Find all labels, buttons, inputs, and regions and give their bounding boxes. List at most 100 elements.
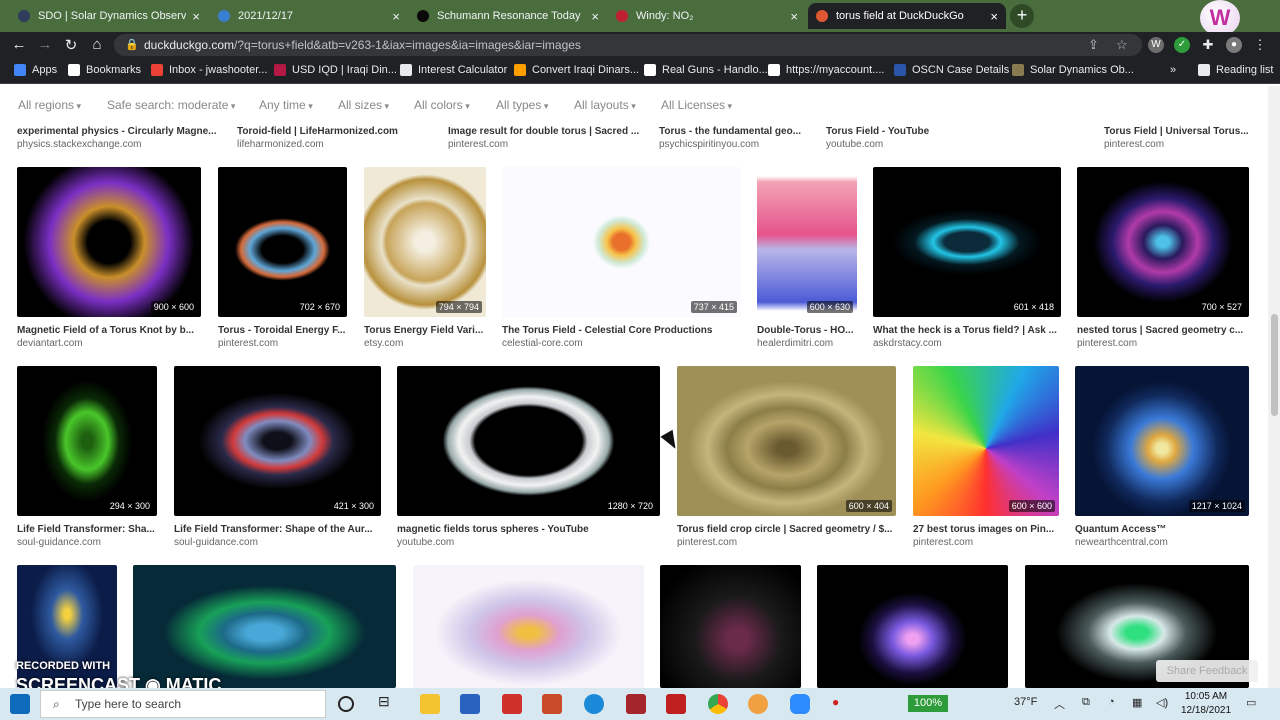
- tab-close-icon[interactable]: ×: [192, 9, 200, 24]
- account-avatar-icon[interactable]: ●: [1226, 37, 1242, 53]
- result-title[interactable]: Magnetic Field of a Torus Knot by b...: [17, 325, 201, 336]
- bookmark-item[interactable]: Interest Calculator: [400, 64, 507, 76]
- result-thumbnail[interactable]: 1217 × 1024: [1075, 366, 1249, 516]
- image-result[interactable]: 737 × 415 The Torus Field - Celestial Cor…: [502, 167, 741, 357]
- filter-dropdown[interactable]: All regions: [18, 98, 81, 112]
- result-thumbnail[interactable]: 1280 × 720: [397, 366, 660, 516]
- bookmark-item[interactable]: Real Guns - Handlo...: [644, 64, 768, 76]
- image-result[interactable]: [660, 565, 801, 688]
- result-title[interactable]: magnetic fields torus spheres - YouTube: [397, 524, 660, 535]
- image-result[interactable]: 294 × 300 Life Field Transformer: Sha... s…: [17, 366, 157, 556]
- image-result[interactable]: Image result for double torus | Sacred .…: [448, 124, 648, 164]
- profile-avatar[interactable]: W: [1200, 0, 1240, 36]
- filter-dropdown[interactable]: All sizes: [338, 98, 389, 112]
- bookmark-item[interactable]: Convert Iraqi Dinars...: [514, 64, 639, 76]
- result-title[interactable]: experimental physics - Circularly Magne.…: [17, 126, 222, 137]
- home-icon[interactable]: ⌂: [88, 36, 106, 53]
- image-result[interactable]: 600 × 404 Torus field crop circle | Sacre…: [677, 366, 896, 556]
- browser-tab[interactable]: 2021/12/17 ×: [210, 3, 408, 29]
- taskbar-clock[interactable]: 10:05 AM 12/18/2021: [1176, 690, 1236, 718]
- result-title[interactable]: What the heck is a Torus field? | Ask ..…: [873, 325, 1061, 336]
- result-source[interactable]: lifeharmonized.com: [237, 139, 437, 150]
- app-red-icon[interactable]: [502, 694, 522, 714]
- bookmark-item[interactable]: OSCN Case Details: [894, 64, 1009, 76]
- result-source[interactable]: pinterest.com: [448, 139, 648, 150]
- extension-check-icon[interactable]: ✓: [1174, 37, 1190, 53]
- wifi-icon[interactable]: ◔: [1108, 696, 1115, 708]
- bookmark-item[interactable]: Apps: [14, 64, 57, 76]
- battery-indicator[interactable]: 100%: [908, 695, 948, 712]
- new-tab-button[interactable]: +: [1010, 4, 1034, 28]
- result-thumbnail[interactable]: 700 × 527: [1077, 167, 1249, 317]
- result-title[interactable]: Toroid-field | LifeHarmonized.com: [237, 126, 437, 137]
- result-source[interactable]: psychicspiritinyou.com: [659, 139, 809, 150]
- scrollbar-thumb[interactable]: [1271, 314, 1278, 416]
- result-source[interactable]: soul-guidance.com: [17, 537, 157, 548]
- edge-icon[interactable]: [584, 694, 604, 714]
- filter-dropdown[interactable]: All colors: [414, 98, 470, 112]
- result-title[interactable]: nested torus | Sacred geometry c...: [1077, 325, 1249, 336]
- result-source[interactable]: etsy.com: [364, 338, 486, 349]
- extension-icon[interactable]: W: [1148, 37, 1164, 53]
- page-scrollbar[interactable]: [1268, 86, 1280, 688]
- result-thumbnail[interactable]: [413, 565, 644, 688]
- result-source[interactable]: physics.stackexchange.com: [17, 139, 222, 150]
- result-source[interactable]: pinterest.com: [218, 338, 347, 349]
- more-bookmarks-icon[interactable]: »: [1170, 64, 1176, 76]
- tab-close-icon[interactable]: ×: [392, 9, 400, 24]
- filter-dropdown[interactable]: Safe search: moderate: [107, 98, 235, 112]
- filter-dropdown[interactable]: All layouts: [574, 98, 636, 112]
- image-result[interactable]: Torus Field - YouTube youtube.com: [826, 124, 1026, 164]
- result-source[interactable]: pinterest.com: [677, 537, 896, 548]
- result-title[interactable]: Life Field Transformer: Shape of the Aur…: [174, 524, 381, 535]
- filter-dropdown[interactable]: All Licenses: [661, 98, 732, 112]
- filter-dropdown[interactable]: Any time: [259, 98, 313, 112]
- task-view-icon[interactable]: ⊟: [378, 693, 398, 713]
- image-result[interactable]: 1217 × 1024 Quantum Access™ newearthcentra…: [1075, 366, 1249, 556]
- windows-start-icon[interactable]: [10, 694, 30, 714]
- result-thumbnail[interactable]: 294 × 300: [17, 366, 157, 516]
- bookmark-item[interactable]: Inbox - jwashooter...: [151, 64, 267, 76]
- image-result[interactable]: 1280 × 720 magnetic fields torus spheres …: [397, 366, 660, 556]
- result-source[interactable]: youtube.com: [397, 537, 660, 548]
- address-bar[interactable]: 🔒 duckduckgo.com/?q=torus+field&atb=v263…: [114, 34, 1142, 56]
- image-result[interactable]: 600 × 630 Double-Torus - HO... healerdimit…: [757, 167, 857, 357]
- tray-chevron-icon[interactable]: ︿: [1054, 696, 1065, 712]
- bookmark-item[interactable]: https://myaccount....: [768, 64, 884, 76]
- zoom-icon[interactable]: [790, 694, 810, 714]
- result-title[interactable]: Life Field Transformer: Sha...: [17, 524, 157, 535]
- image-result[interactable]: 700 × 527 nested torus | Sacred geometry …: [1077, 167, 1249, 357]
- result-thumbnail[interactable]: 600 × 630: [757, 167, 857, 317]
- browser-tab[interactable]: Schumann Resonance Today ×: [409, 3, 607, 29]
- back-icon[interactable]: ←: [10, 36, 28, 53]
- result-thumbnail[interactable]: [660, 565, 801, 688]
- result-thumbnail[interactable]: 737 × 415: [502, 167, 741, 317]
- result-title[interactable]: Torus - the fundamental geo...: [659, 126, 809, 137]
- app-s-icon[interactable]: [666, 694, 686, 714]
- bookmark-star-icon[interactable]: ☆: [1116, 34, 1128, 56]
- bookmark-item[interactable]: Reading list: [1198, 64, 1273, 76]
- cortana-icon[interactable]: [338, 696, 354, 712]
- extensions-puzzle-icon[interactable]: ✚: [1200, 37, 1216, 53]
- menu-kebab-icon[interactable]: ⋮: [1252, 37, 1268, 53]
- notifications-icon[interactable]: ▭: [1246, 696, 1256, 709]
- result-source[interactable]: healerdimitri.com: [757, 338, 857, 349]
- weather-temperature[interactable]: 37°F: [1014, 696, 1037, 708]
- image-result[interactable]: 900 × 600 Magnetic Field of a Torus Knot …: [17, 167, 201, 357]
- image-result[interactable]: experimental physics - Circularly Magne.…: [17, 124, 222, 164]
- chrome-icon[interactable]: [708, 694, 728, 714]
- result-source[interactable]: askdrstacy.com: [873, 338, 1061, 349]
- result-title[interactable]: Image result for double torus | Sacred .…: [448, 126, 648, 137]
- share-feedback-button[interactable]: Share Feedback: [1156, 660, 1258, 682]
- result-thumbnail[interactable]: 702 × 670: [218, 167, 347, 317]
- result-title[interactable]: Torus - Toroidal Energy F...: [218, 325, 347, 336]
- store-icon[interactable]: [460, 694, 480, 714]
- result-title[interactable]: Torus Field | Universal Torus...: [1104, 126, 1249, 137]
- image-result[interactable]: 794 × 794 Torus Energy Field Vari... etsy.…: [364, 167, 486, 357]
- result-source[interactable]: pinterest.com: [1077, 338, 1249, 349]
- image-result[interactable]: 702 × 670 Torus - Toroidal Energy F... pin…: [218, 167, 347, 357]
- volume-icon[interactable]: ◁): [1156, 696, 1168, 709]
- browser-tab[interactable]: SDO | Solar Dynamics Observatory ×: [10, 3, 208, 29]
- result-source[interactable]: pinterest.com: [1104, 139, 1249, 150]
- screencast-icon[interactable]: [748, 694, 768, 714]
